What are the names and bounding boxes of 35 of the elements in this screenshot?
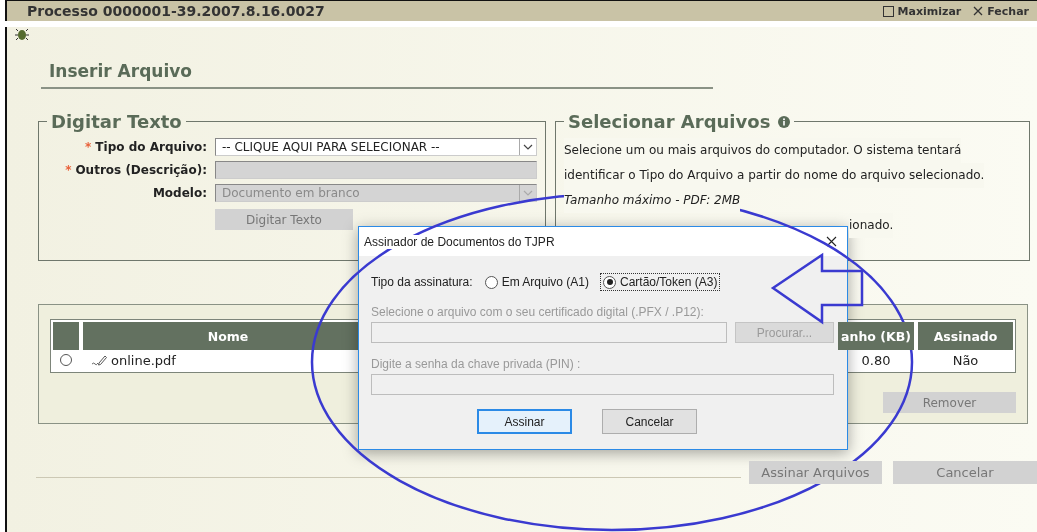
beetle-icon: [15, 27, 29, 41]
field-label: Selecione o arquivo com o seu certificado digital (.PFX / .P12):: [371, 305, 705, 319]
description-text: identificar o Tipo do Arquivo a partir do nome do arquivo selecionado.: [564, 163, 985, 188]
field-label: Digite a senha da chave privada (PIN) :: [371, 357, 582, 371]
pin-field[interactable]: [371, 374, 834, 395]
table-cell-text: 0.80: [860, 351, 892, 370]
row-radio[interactable]: [60, 354, 72, 366]
column-header: anho (KB): [838, 322, 914, 350]
window-title: Processo 0000001-39.2007.8.16.0027: [27, 3, 326, 19]
close-icon: [973, 6, 984, 16]
close-icon[interactable]: [826, 236, 837, 247]
field-label: Modelo:: [151, 186, 207, 200]
table-cell-text: Não: [951, 351, 980, 370]
field-label: * Tipo do Arquivo:: [84, 140, 207, 154]
description-text: Selecione um ou mais arquivos do computador. O sistema tentará: [564, 138, 962, 163]
info-icon: [778, 115, 791, 128]
description-text: Tamanho máximo - PDF: 2MB: [564, 188, 741, 213]
header-cell: [53, 322, 79, 350]
cancel-button[interactable]: Cancelar: [602, 409, 697, 434]
maximize-icon: [882, 5, 894, 17]
field-label: * Outros (Descrição):: [64, 163, 207, 177]
panel-title: Selecionar Arquivos: [568, 111, 771, 132]
page-heading: Inserir Arquivo: [41, 61, 713, 89]
dialog-title: Assinador de Documentos do TJPR: [364, 234, 555, 249]
sign-button[interactable]: Assinar: [477, 409, 572, 434]
column-header: Assinado: [918, 322, 1013, 350]
field-label: Tipo da assinatura:: [371, 275, 473, 289]
signature-type-radio[interactable]: Em Arquivo (A1): [482, 274, 591, 290]
panel-title: Digitar Texto: [51, 111, 182, 132]
file-name: online.pdf: [111, 352, 176, 368]
maximize-button[interactable]: Maximizar: [882, 4, 962, 18]
select-field[interactable]: -- CLIQUE AQUI PARA SELECIONAR --: [215, 138, 537, 156]
close-button[interactable]: Fechar: [973, 4, 1029, 18]
signature-type-radio[interactable]: Cartão/Token (A3): [601, 274, 720, 290]
pen-icon: [91, 354, 107, 366]
